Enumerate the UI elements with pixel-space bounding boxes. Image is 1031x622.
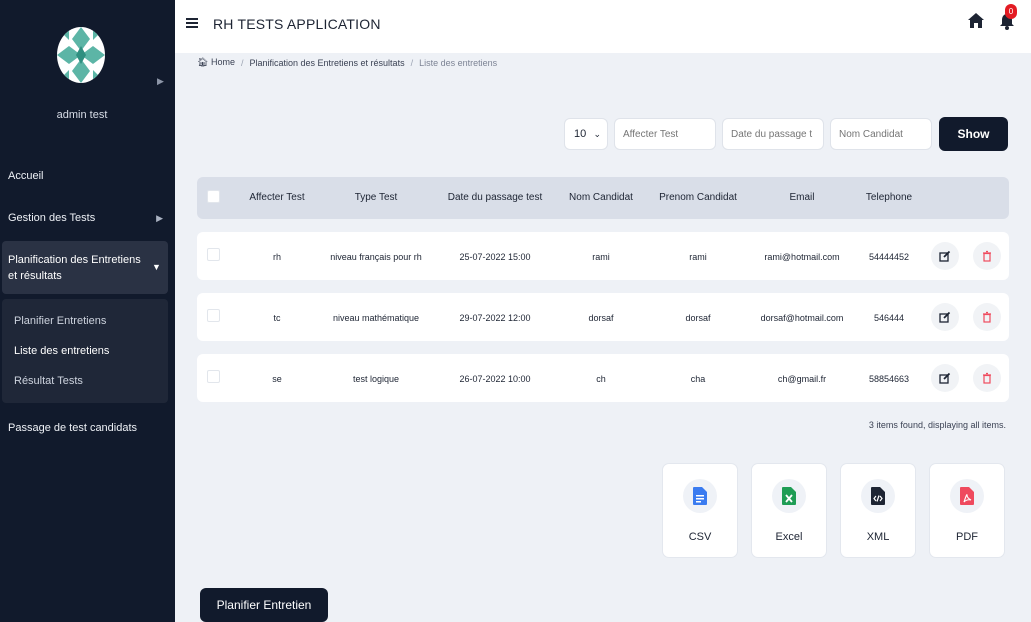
select-all-checkbox[interactable] [207,190,220,203]
export-label: Excel [775,531,803,543]
cell-telephone: 54444452 [868,252,910,262]
delete-button[interactable] [973,242,1001,270]
excel-file-icon [772,479,806,513]
export-csv-button[interactable]: CSV [662,463,738,558]
sidebar: ▶ admin test Accueil Gestion des Tests ▶… [0,0,175,622]
column-header-telephone[interactable]: Telephone [866,192,912,203]
submenu-item-planifier[interactable]: Planifier Entretiens [14,315,106,327]
delete-button[interactable] [973,303,1001,331]
nav-item-gestion-tests[interactable]: Gestion des Tests ▶ [0,212,175,224]
cell-nom: rami [592,252,610,262]
breadcrumb-section[interactable]: Planification des Entretiens et résultat… [249,58,404,68]
xml-file-icon [861,479,895,513]
edit-icon [939,250,951,262]
table-row: tc niveau mathématique 29-07-2022 12:00 … [197,293,1009,341]
nav-item-label: Accueil [8,170,44,182]
nav-item-label: Planification des Entretiens et résultat… [8,254,141,282]
breadcrumb-home[interactable]: 🏠︎ Home [197,57,235,68]
page-size-value: 10 [574,128,587,140]
nav-item-passage[interactable]: Passage de test candidats [0,422,175,434]
cell-affecter: se [272,374,282,384]
trash-icon [983,372,991,384]
avatar[interactable] [56,26,106,84]
cell-telephone: 546444 [873,313,905,323]
row-checkbox[interactable] [207,309,220,322]
affecter-test-input[interactable] [614,118,716,150]
edit-icon [939,311,951,323]
cell-email: ch@gmail.fr [777,374,827,384]
submenu-item-resultat[interactable]: Résultat Tests [14,375,83,387]
top-header: RH TESTS APPLICATION 0 [175,0,1031,53]
row-checkbox[interactable] [207,370,220,383]
home-icon[interactable] [967,12,985,30]
nav-item-label: Gestion des Tests [8,212,96,224]
app-title: RH TESTS APPLICATION [213,16,381,32]
column-header-email[interactable]: Email [789,192,814,203]
planifier-entretien-button[interactable]: Planifier Entretien [200,588,328,622]
cell-prenom: dorsaf [685,313,711,323]
column-header-date[interactable]: Date du passage test [448,192,543,203]
column-header-type[interactable]: Type Test [355,192,398,203]
cell-telephone: 58854663 [868,374,910,384]
cell-date: 25-07-2022 15:00 [459,252,531,262]
cell-affecter: tc [273,313,281,323]
trash-icon [983,250,991,262]
nom-candidat-input[interactable] [830,118,932,150]
cell-email: rami@hotmail.com [764,252,840,262]
cell-type: niveau français pour rh [330,252,422,262]
delete-button[interactable] [973,364,1001,392]
export-pdf-button[interactable]: PDF [929,463,1005,558]
column-header-prenom[interactable]: Prenom Candidat [659,192,737,203]
user-menu-chevron-icon[interactable]: ▶ [157,76,164,87]
cell-nom: ch [596,374,606,384]
nav-item-accueil[interactable]: Accueil [0,170,175,182]
user-name: admin test [56,109,108,121]
csv-file-icon [683,479,717,513]
chevron-down-icon: ⌄ [593,129,601,139]
table-row: se test logique 26-07-2022 10:00 ch cha … [197,354,1009,402]
cell-type: test logique [352,374,400,384]
nav-item-label: Passage de test candidats [8,422,138,434]
cell-type: niveau mathématique [332,313,420,323]
export-label: CSV [688,531,712,543]
table-header: Affecter Test Type Test Date du passage … [197,177,1009,219]
cell-nom: dorsaf [588,313,614,323]
breadcrumb-home-label: Home [210,57,235,67]
edit-icon [939,372,951,384]
cell-prenom: rami [689,252,707,262]
column-header-nom[interactable]: Nom Candidat [569,192,633,203]
trash-icon [983,311,991,323]
column-header-affecter[interactable]: Affecter Test [249,192,304,203]
row-checkbox[interactable] [207,248,220,261]
table-row: rh niveau français pour rh 25-07-2022 15… [197,232,1009,280]
date-passage-input[interactable] [722,118,824,150]
edit-button[interactable] [931,242,959,270]
cell-prenom: cha [690,374,706,384]
breadcrumb-separator: / [410,57,414,68]
chevron-right-icon: ▶ [156,213,163,223]
pdf-file-icon [950,479,984,513]
export-xml-button[interactable]: XML [840,463,916,558]
breadcrumb: 🏠︎ Home / Planification des Entretiens e… [197,57,497,68]
avatar-pattern-icon [57,27,105,83]
notification-badge: 0 [1005,4,1017,19]
cell-email: dorsaf@hotmail.com [760,313,844,323]
home-small-icon: 🏠︎ [197,57,209,67]
cell-date: 29-07-2022 12:00 [459,313,531,323]
breadcrumb-separator: / [240,57,244,68]
export-excel-button[interactable]: Excel [751,463,827,558]
items-found-summary: 3 items found, displaying all items. [868,420,1006,430]
edit-button[interactable] [931,364,959,392]
page-size-select[interactable]: 10 ⌄ [564,118,608,150]
show-button[interactable]: Show [939,117,1008,151]
export-label: XML [866,531,890,543]
edit-button[interactable] [931,303,959,331]
submenu-item-liste[interactable]: Liste des entretiens [14,345,109,357]
cell-date: 26-07-2022 10:00 [459,374,531,384]
cell-affecter: rh [272,252,282,262]
export-label: PDF [956,531,978,543]
breadcrumb-current: Liste des entretiens [419,57,498,68]
chevron-down-icon: ▼ [152,262,161,272]
menu-icon[interactable] [186,18,198,28]
